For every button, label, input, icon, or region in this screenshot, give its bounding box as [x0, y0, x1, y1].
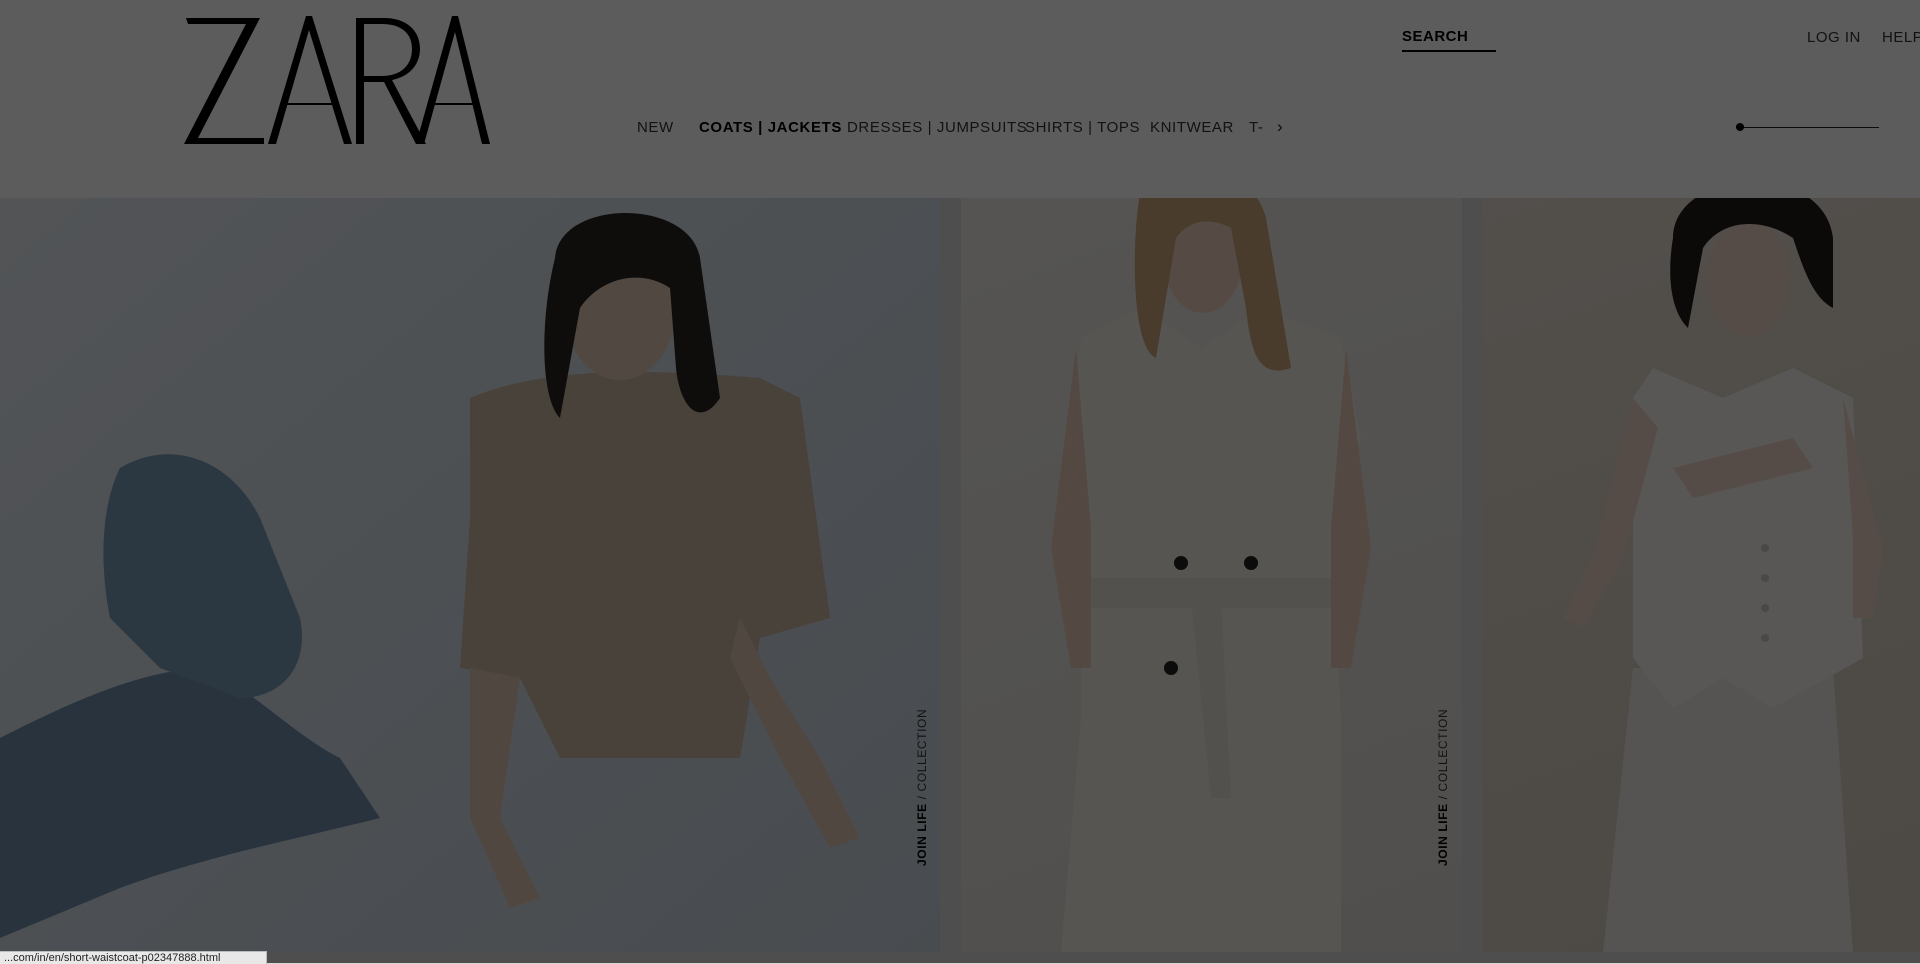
- product-label-1: JOIN LIFE / COLLECTION: [915, 708, 929, 866]
- browser-status-url: ...com/in/en/short-waistcoat-p02347888.h…: [0, 951, 267, 964]
- nav-item-dresses-jumpsuits[interactable]: DRESSES | JUMPSUITS: [847, 119, 1027, 136]
- help-link[interactable]: HELP: [1882, 29, 1920, 46]
- nav-item-knitwear[interactable]: KNITWEAR: [1150, 119, 1234, 136]
- chevron-right-icon[interactable]: ›: [1277, 117, 1283, 137]
- login-link[interactable]: LOG IN: [1807, 29, 1861, 46]
- product-image-3[interactable]: [1483, 198, 1920, 952]
- model-illustration-1: [0, 213, 860, 938]
- product-image-2[interactable]: JOIN LIFE / COLLECTION: [961, 198, 1462, 952]
- site-header: SEARCH LOG IN HELP NEW COATS | JACKETS D…: [0, 0, 1920, 198]
- zara-logo[interactable]: [180, 12, 490, 144]
- model-illustration-2: [1051, 198, 1371, 952]
- slider-track[interactable]: [1736, 127, 1879, 128]
- slider-handle[interactable]: [1736, 123, 1744, 131]
- nav-item-shirts-tops[interactable]: SHIRTS | TOPS: [1025, 119, 1140, 136]
- nav-item-coats-jackets[interactable]: COATS | JACKETS: [699, 119, 842, 136]
- model-illustration-3: [1563, 198, 1883, 952]
- product-image-1[interactable]: JOIN LIFE / COLLECTION: [0, 198, 940, 952]
- carousel-slider[interactable]: [1736, 122, 1879, 132]
- product-label-2: JOIN LIFE / COLLECTION: [1436, 708, 1450, 866]
- nav-item-t-shirts[interactable]: T-: [1249, 119, 1264, 136]
- nav-item-new[interactable]: NEW: [637, 119, 674, 136]
- search-input[interactable]: SEARCH: [1402, 28, 1496, 52]
